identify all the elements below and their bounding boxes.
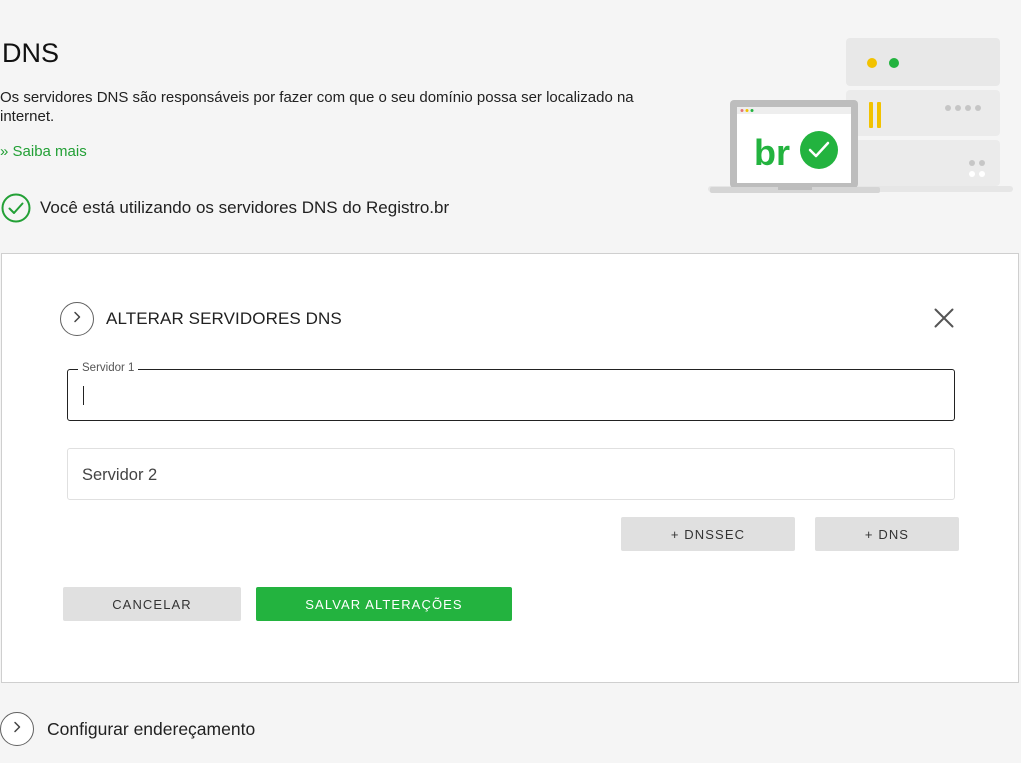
text-caret <box>83 386 84 405</box>
cancel-button[interactable]: CANCELAR <box>63 587 241 621</box>
collapse-button[interactable] <box>60 302 94 336</box>
dns-status-text: Você está utilizando os servidores DNS d… <box>40 198 450 217</box>
configure-addressing-label: Configurar endereçamento <box>47 718 256 739</box>
panel-header: ALTERAR SERVIDORES DNS <box>60 302 342 336</box>
server-1-label: Servidor 1 <box>78 362 139 374</box>
page-description: Os servidores DNS são responsáveis por f… <box>0 89 634 125</box>
chevron-right-icon <box>10 720 24 739</box>
close-button[interactable] <box>932 306 956 330</box>
server-2-input[interactable] <box>82 462 942 488</box>
server-illustration: br <box>700 30 1021 205</box>
panel-title: ALTERAR SERVIDORES DNS <box>106 309 342 328</box>
server-1-input[interactable] <box>82 382 942 408</box>
close-icon <box>932 308 956 334</box>
add-dns-button[interactable]: + DNS <box>815 517 959 551</box>
page-title: DNS <box>2 38 60 68</box>
dns-servers-panel: ALTERAR SERVIDORES DNS Servidor 1 + DNSS… <box>1 253 1019 683</box>
configure-addressing-row[interactable]: Configurar endereçamento <box>0 712 255 746</box>
expand-addressing-button[interactable] <box>0 712 34 746</box>
add-dnssec-button[interactable]: + DNSSEC <box>621 517 795 551</box>
learn-more-link[interactable]: » Saiba mais <box>0 143 87 160</box>
save-changes-button[interactable]: SALVAR ALTERAÇÕES <box>256 587 512 621</box>
server-1-field: Servidor 1 <box>67 362 955 421</box>
check-circle-icon <box>1 193 31 223</box>
chevron-right-icon <box>70 310 84 329</box>
br-logo-text: br <box>754 132 790 173</box>
server-2-field <box>67 448 955 500</box>
dns-status: Você está utilizando os servidores DNS d… <box>1 193 449 223</box>
